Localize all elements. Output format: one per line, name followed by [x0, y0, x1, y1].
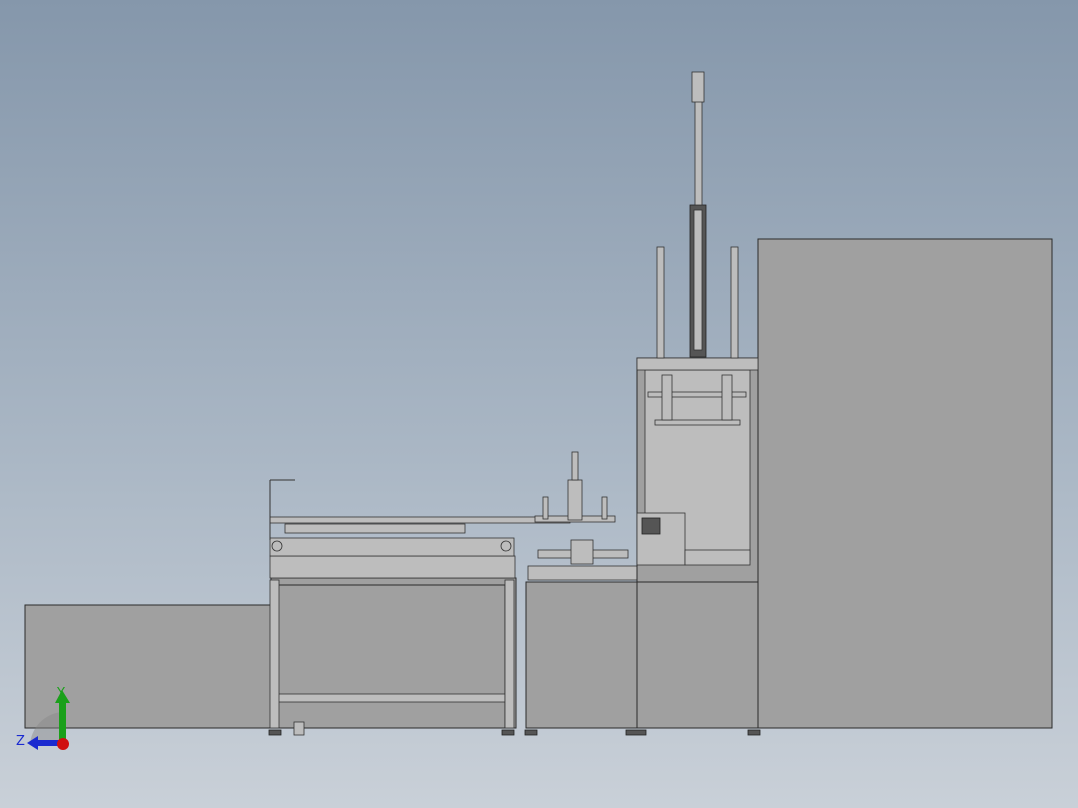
right-enclosure — [757, 238, 1053, 729]
cad-viewport[interactable]: Y Z — [0, 0, 1078, 808]
machine-model — [24, 71, 1053, 736]
y-axis-arrow — [59, 700, 66, 740]
conveyor-frame — [269, 479, 571, 729]
press-station — [636, 71, 759, 583]
origin-marker — [57, 738, 69, 750]
z-axis-label: Z — [16, 734, 25, 749]
y-axis-label: Y — [56, 686, 65, 701]
